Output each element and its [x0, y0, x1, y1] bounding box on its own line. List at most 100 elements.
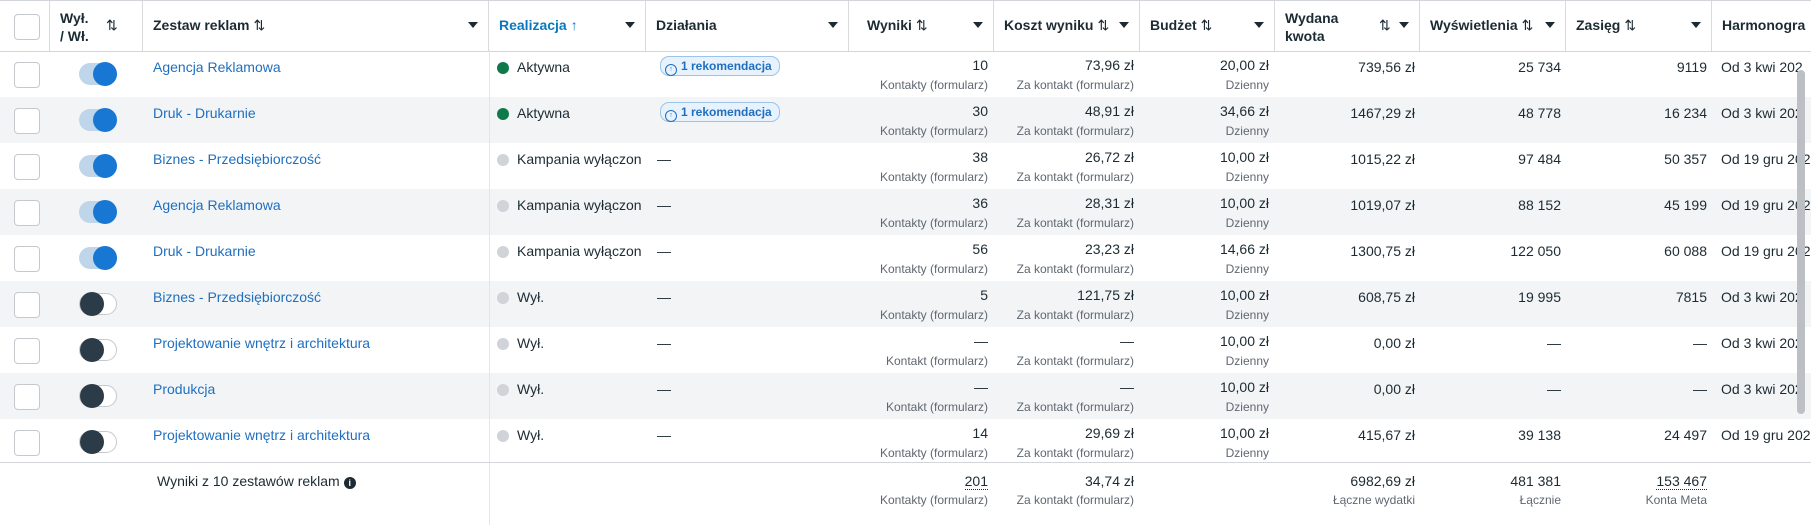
spent-value: 739,56 zł [1358, 59, 1415, 75]
header-toggle[interactable]: Wył. / Wł. ⇅ [50, 1, 143, 51]
header-schedule[interactable]: Harmonogra [1712, 1, 1811, 51]
budget-value[interactable]: 10,00 zł [1220, 425, 1269, 441]
chevron-down-icon[interactable] [468, 22, 478, 28]
row-checkbox[interactable] [14, 430, 40, 456]
reach-value: 16 234 [1664, 105, 1707, 121]
row-toggle[interactable] [79, 430, 117, 454]
chevron-down-icon[interactable] [1545, 22, 1555, 28]
row-toggle[interactable] [79, 292, 117, 316]
spent-value: 0,00 zł [1373, 335, 1415, 351]
row-toggle[interactable] [79, 154, 117, 178]
footer-results-sub: Kontakty (formularz) [879, 493, 988, 507]
table-row[interactable]: Druk - Drukarnie Aktywna ↑ 1 rekomendacja 30… [0, 97, 1811, 143]
status-text: Wył. [517, 381, 545, 397]
budget-header-label: Budżet [1150, 17, 1197, 33]
sort-icon[interactable]: ⇅ [916, 17, 928, 33]
ad-set-name-link[interactable]: Agencja Reklamowa [153, 59, 281, 75]
row-checkbox[interactable] [14, 292, 40, 318]
toggle-header-line1: Wył. [60, 10, 89, 26]
row-toggle[interactable] [79, 108, 117, 132]
column-divider [489, 50, 490, 462]
chevron-down-icon[interactable] [828, 22, 838, 28]
table-row[interactable]: Projektowanie wnętrz i architektura Wył. —… [0, 327, 1811, 373]
chevron-down-icon[interactable] [1119, 22, 1129, 28]
chevron-down-icon[interactable] [1399, 22, 1409, 28]
budget-value[interactable]: 10,00 zł [1220, 287, 1269, 303]
sort-icon[interactable]: ⇅ [106, 17, 118, 34]
sort-icon[interactable]: ⇅ [1624, 17, 1636, 33]
budget-value[interactable]: 14,66 zł [1220, 241, 1269, 257]
row-checkbox[interactable] [14, 108, 40, 134]
header-name[interactable]: Zestaw reklam ⇅ [143, 1, 489, 51]
budget-value[interactable]: 10,00 zł [1220, 333, 1269, 349]
chevron-down-icon[interactable] [973, 22, 983, 28]
table-row[interactable]: Projektowanie wnętrz i architektura Wył. —… [0, 419, 1811, 465]
budget-value[interactable]: 10,00 zł [1220, 149, 1269, 165]
header-reach[interactable]: Zasięg ⇅ [1566, 1, 1712, 51]
row-toggle[interactable] [79, 246, 117, 270]
ad-set-name-link[interactable]: Biznes - Przedsiębiorczość [153, 151, 321, 167]
sort-icon[interactable]: ⇅ [1201, 17, 1213, 33]
row-checkbox[interactable] [14, 246, 40, 272]
ad-set-name-link[interactable]: Projektowanie wnętrz i architektura [153, 335, 370, 351]
ad-set-name-link[interactable]: Projektowanie wnętrz i architektura [153, 427, 370, 443]
header-actions[interactable]: Działania [646, 1, 849, 51]
sort-icon[interactable]: ⇅ [254, 17, 266, 33]
row-checkbox[interactable] [14, 384, 40, 410]
chevron-down-icon[interactable] [625, 22, 635, 28]
row-toggle[interactable] [79, 62, 117, 86]
table-row[interactable]: Biznes - Przedsiębiorczość Wył. — 5 Kontakty… [0, 281, 1811, 327]
row-checkbox[interactable] [14, 62, 40, 88]
spent-value: 1015,22 zł [1350, 151, 1415, 167]
budget-value[interactable]: 20,00 zł [1220, 57, 1269, 73]
header-spent[interactable]: Wydana kwota ⇅ [1275, 1, 1420, 51]
budget-value[interactable]: 34,66 zł [1220, 103, 1269, 119]
row-checkbox[interactable] [14, 154, 40, 180]
sort-icon[interactable]: ⇅ [1097, 17, 1109, 33]
reach-value: — [1693, 335, 1707, 351]
recommendation-icon: ↑ [665, 64, 677, 76]
ad-set-name-link[interactable]: Druk - Drukarnie [153, 243, 256, 259]
recommendation-badge[interactable]: ↑ 1 rekomendacja [660, 56, 780, 76]
ad-set-name-link[interactable]: Produkcja [153, 381, 215, 397]
cost-value: 73,96 zł [1084, 57, 1134, 73]
ad-set-name-link[interactable]: Biznes - Przedsiębiorczość [153, 289, 321, 305]
footer-cost-sub: Za kontakt (formularz) [1016, 493, 1134, 507]
chevron-down-icon[interactable] [1691, 22, 1701, 28]
row-toggle[interactable] [79, 338, 117, 362]
actions-empty: — [657, 335, 671, 351]
results-value: 14 [972, 425, 988, 441]
status-text: Wył. [517, 289, 545, 305]
toggle-knob [93, 62, 117, 86]
row-checkbox[interactable] [14, 338, 40, 364]
row-checkbox[interactable] [14, 200, 40, 226]
schedule-value: Od 3 kwi 202 [1721, 105, 1803, 121]
header-budget[interactable]: Budżet ⇅ [1140, 1, 1275, 51]
table-row[interactable]: Druk - Drukarnie Kampania wyłączona — 56 Kon… [0, 235, 1811, 281]
ad-set-name-link[interactable]: Druk - Drukarnie [153, 105, 256, 121]
chevron-down-icon[interactable] [1254, 22, 1264, 28]
sort-up-icon[interactable]: ↑ [571, 17, 578, 33]
header-impressions[interactable]: Wyświetlenia ⇅ [1420, 1, 1566, 51]
sort-icon[interactable]: ⇅ [1379, 17, 1391, 34]
header-select-cell [0, 1, 50, 51]
row-toggle[interactable] [79, 384, 117, 408]
header-cost[interactable]: Koszt wyniku ⇅ [994, 1, 1140, 51]
table-row[interactable]: Agencja Reklamowa Kampania wyłączona — 36 Ko… [0, 189, 1811, 235]
vertical-scrollbar[interactable] [1797, 70, 1805, 414]
header-results[interactable]: Wyniki ⇅ [849, 1, 994, 51]
table-row[interactable]: Agencja Reklamowa Aktywna ↑ 1 rekomendacja 1… [0, 51, 1811, 97]
recommendation-badge[interactable]: ↑ 1 rekomendacja [660, 102, 780, 122]
info-icon[interactable]: i [343, 477, 356, 489]
header-delivery[interactable]: Realizacja ↑ [489, 1, 646, 51]
table-row[interactable]: Biznes - Przedsiębiorczość Kampania wyłąc… [0, 143, 1811, 189]
table-row[interactable]: Produkcja Wył. — — Kontakt (formularz) — Za ko… [0, 373, 1811, 419]
budget-value[interactable]: 10,00 zł [1220, 195, 1269, 211]
sort-icon[interactable]: ⇅ [1522, 17, 1534, 33]
results-value: — [974, 333, 988, 349]
select-all-checkbox[interactable] [14, 14, 40, 40]
budget-value[interactable]: 10,00 zł [1220, 379, 1269, 395]
status-dot [497, 384, 509, 396]
ad-set-name-link[interactable]: Agencja Reklamowa [153, 197, 281, 213]
row-toggle[interactable] [79, 200, 117, 224]
